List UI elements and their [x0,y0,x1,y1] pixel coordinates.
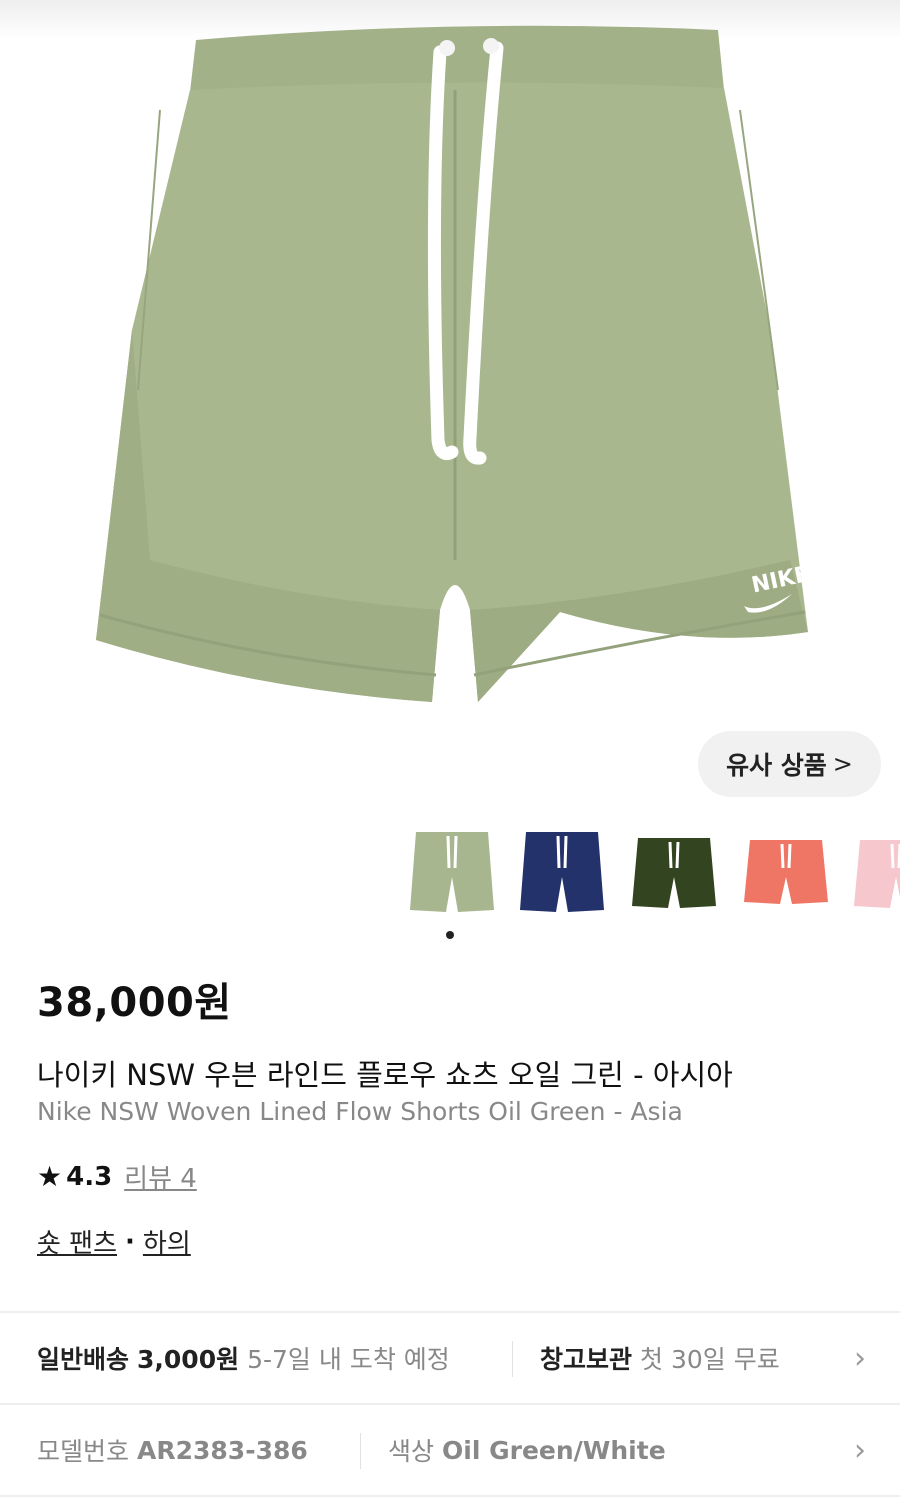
model-number-label: 모델번호 [37,1437,130,1466]
color-value: Oil Green/White [442,1435,666,1465]
shipping-label: 일반배송 [37,1345,130,1374]
category-separator: · [125,1226,135,1257]
thumbnail-oil-green[interactable] [402,822,502,922]
carousel-indicator [446,931,454,939]
shipping-fee: 3,000원 [137,1345,240,1374]
chevron-right-icon: > [832,750,853,778]
specs-row[interactable]: 모델번호 AR2383-386 색상 Oil Green/White › [0,1405,900,1495]
row-separator [360,1433,361,1469]
thumbnail-pink[interactable] [846,822,900,922]
color-label: 색상 [388,1437,435,1466]
thumbnail-coral[interactable] [736,822,836,922]
shorts-illustration: NIKE [96,25,812,702]
product-price: 38,000원 [37,980,232,1026]
storage-label: 창고보관 [540,1345,633,1374]
divider [0,1495,900,1497]
similar-products-button[interactable]: 유사 상품 > [698,731,881,797]
row-separator [512,1341,513,1377]
chevron-right-icon: › [854,1340,866,1376]
shipping-row[interactable]: 일반배송 3,000원 5-7일 내 도착 예정 창고보관 첫 30일 무료 › [0,1313,900,1403]
category-link-shorts[interactable]: 숏 팬츠 [37,1223,117,1260]
similar-products-label: 유사 상품 [726,751,827,780]
product-title-korean: 나이키 NSW 우븐 라인드 플로우 쇼츠 오일 그린 - 아시아 [37,1058,733,1092]
category-link-bottoms[interactable]: 하의 [143,1223,191,1260]
product-title-english: Nike NSW Woven Lined Flow Shorts Oil Gre… [37,1097,683,1126]
color-thumbnails [0,822,900,922]
model-number-value: AR2383-386 [137,1435,308,1465]
product-image[interactable]: NIKE [0,0,900,720]
thumbnail-dark-green[interactable] [624,822,724,922]
rating: ★ 4.3 리뷰 4 [37,1158,197,1195]
review-link[interactable]: 리뷰 4 [124,1158,197,1195]
rating-score: 4.3 [66,1161,113,1192]
shipping-eta: 5-7일 내 도착 예정 [247,1345,450,1374]
breadcrumb: 숏 팬츠 · 하의 [37,1223,191,1260]
storage-note: 첫 30일 무료 [640,1345,780,1374]
chevron-right-icon: › [854,1432,866,1468]
thumbnail-navy[interactable] [512,822,612,922]
star-icon: ★ [37,1160,63,1193]
